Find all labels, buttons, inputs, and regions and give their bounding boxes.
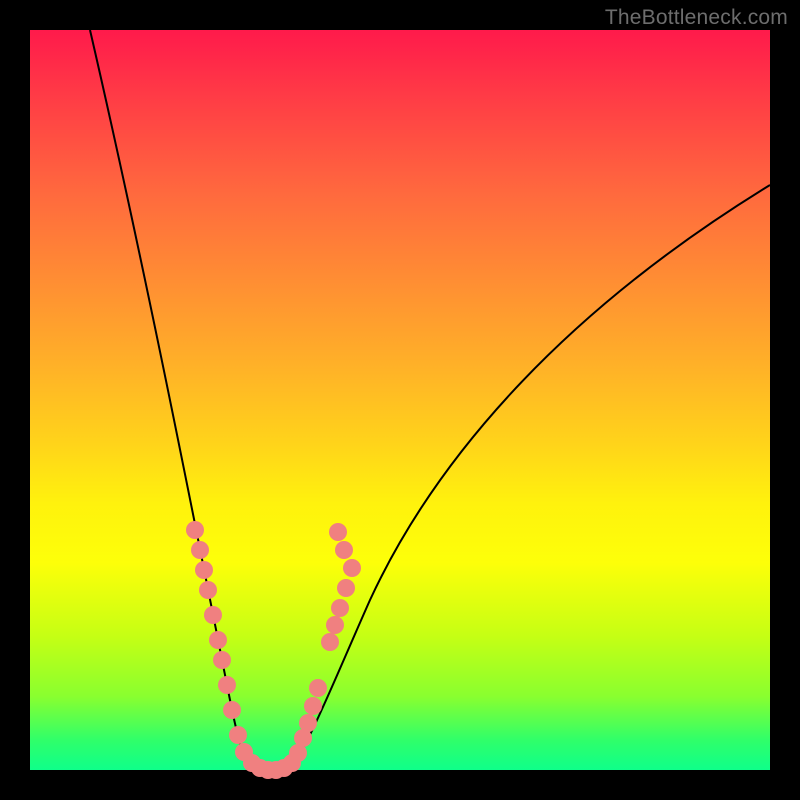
marker-dot xyxy=(213,651,231,669)
marker-dot xyxy=(186,521,204,539)
marker-dot xyxy=(218,676,236,694)
marker-dot xyxy=(329,523,347,541)
marker-dot xyxy=(321,633,339,651)
marker-dot xyxy=(209,631,227,649)
marker-dot xyxy=(331,599,349,617)
marker-dot xyxy=(309,679,327,697)
marker-dot xyxy=(299,714,317,732)
bottleneck-curve-right xyxy=(288,185,770,768)
marker-dot xyxy=(191,541,209,559)
marker-dot xyxy=(326,616,344,634)
marker-dot xyxy=(335,541,353,559)
watermark-text: TheBottleneck.com xyxy=(605,6,788,30)
marker-dot xyxy=(343,559,361,577)
marker-dot xyxy=(337,579,355,597)
chart-stage: TheBottleneck.com xyxy=(0,0,800,800)
marker-dot xyxy=(199,581,217,599)
marker-dot xyxy=(204,606,222,624)
chart-overlay-svg xyxy=(30,30,770,770)
marker-dot xyxy=(304,697,322,715)
marker-dot xyxy=(195,561,213,579)
marker-dot xyxy=(223,701,241,719)
marker-dots xyxy=(186,521,361,779)
marker-dot xyxy=(229,726,247,744)
